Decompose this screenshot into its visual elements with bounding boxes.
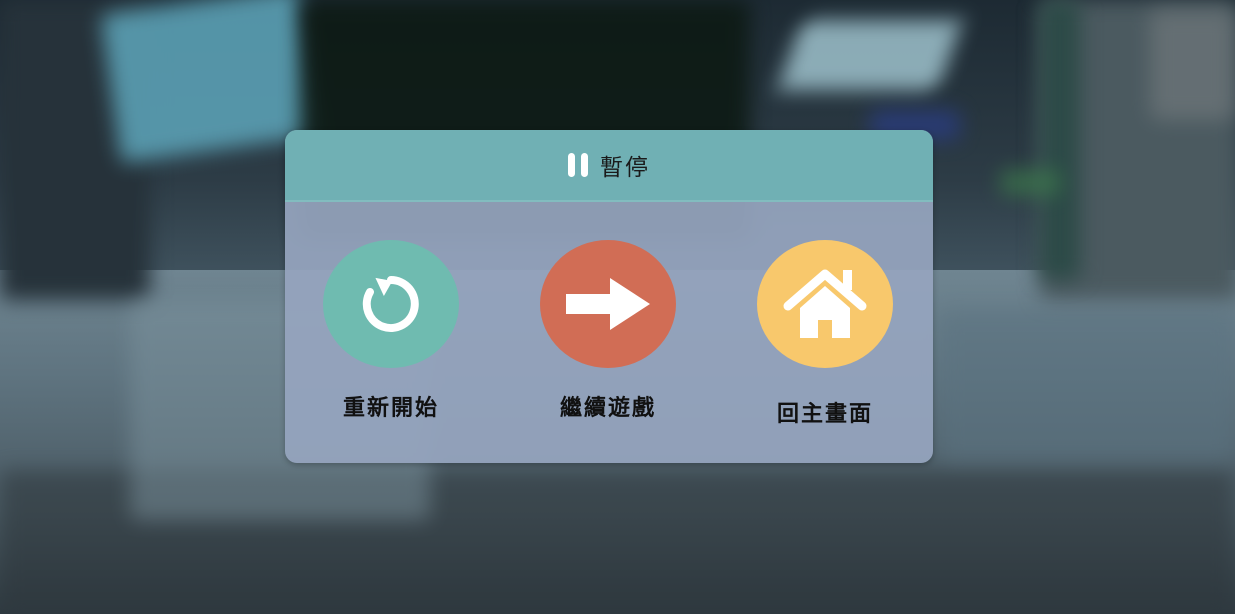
background-shape <box>1040 0 1080 280</box>
continue-button[interactable]: 繼續遊戲 <box>513 240 703 440</box>
home-button[interactable]: 回主畫面 <box>730 240 920 440</box>
home-circle[interactable] <box>757 240 893 368</box>
arrow-right-icon <box>566 278 650 330</box>
game-scene: 暫停 重新開始 繼續遊戲 回主畫面 <box>0 0 1235 614</box>
background-shape <box>940 310 1235 460</box>
background-shape <box>777 20 963 90</box>
pause-icon <box>568 153 588 177</box>
pause-dialog: 暫停 重新開始 繼續遊戲 回主畫面 <box>285 130 933 463</box>
background-shape <box>1000 170 1060 195</box>
continue-circle[interactable] <box>540 240 676 368</box>
pause-bar <box>581 153 588 177</box>
restart-label: 重新開始 <box>342 396 439 421</box>
dialog-title: 暫停 <box>600 155 650 181</box>
restart-icon <box>362 276 419 332</box>
continue-label: 繼續遊戲 <box>559 396 656 421</box>
pause-bar <box>568 153 575 177</box>
background-shape <box>1150 10 1235 120</box>
pause-dialog-header: 暫停 <box>285 130 933 202</box>
home-icon <box>783 269 867 338</box>
home-label: 回主畫面 <box>776 402 873 427</box>
restart-circle[interactable] <box>323 240 459 368</box>
restart-button[interactable]: 重新開始 <box>296 240 486 440</box>
